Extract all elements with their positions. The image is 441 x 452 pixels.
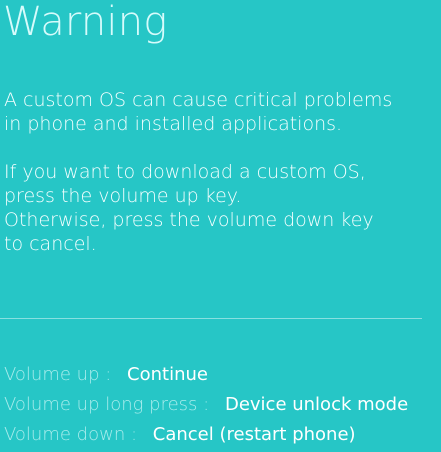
key-name-label: Volume down : <box>4 424 138 445</box>
key-option-volume-up-long-press[interactable]: Volume up long press : Device unlock mod… <box>4 390 438 420</box>
key-options-list: Volume up : Continue Volume up long pres… <box>4 360 438 450</box>
key-name-label: Volume up : <box>4 364 112 385</box>
message-line: to cancel. <box>4 233 97 255</box>
key-option-volume-up[interactable]: Volume up : Continue <box>4 360 438 390</box>
warning-message: A custom OS can cause critical problems … <box>4 88 438 256</box>
message-line: Otherwise, press the volume down key <box>4 209 374 231</box>
key-action-label: Device unlock mode <box>224 394 409 415</box>
key-option-volume-down[interactable]: Volume down : Cancel (restart phone) <box>4 420 438 450</box>
key-name-label: Volume up long press : <box>4 394 210 415</box>
warning-title: Warning <box>3 0 168 45</box>
key-action-label: Continue <box>127 364 208 385</box>
key-action-label: Cancel (restart phone) <box>152 424 356 445</box>
message-line: in phone and installed applications. <box>4 113 343 135</box>
message-line: A custom OS can cause critical problems <box>4 89 393 111</box>
message-line: press the volume up key. <box>4 185 242 207</box>
divider <box>0 318 422 319</box>
message-line: If you want to download a custom OS, <box>4 161 366 183</box>
